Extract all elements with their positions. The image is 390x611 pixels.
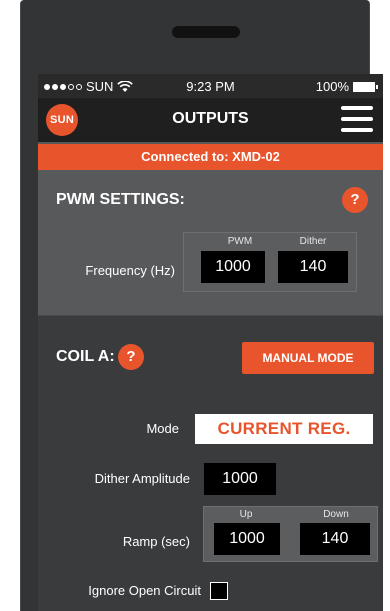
pwm-frequency-input[interactable]: 1000	[201, 251, 265, 283]
frequency-group: PWM 1000 Dither 140	[183, 232, 357, 292]
dither-amplitude-input[interactable]: 1000	[204, 463, 276, 495]
hamburger-menu-icon[interactable]	[341, 106, 373, 134]
ramp-label: Ramp (sec)	[122, 534, 190, 549]
ramp-up-label: Up	[239, 509, 253, 520]
battery-icon	[353, 81, 378, 92]
phone-frame: SUN 9:23 PM 100% SUN OUTPUTS Connected t…	[20, 0, 383, 611]
coil-a-section: COIL A: ? MANUAL MODE Mode CURRENT REG. …	[38, 316, 383, 611]
status-bar: SUN 9:23 PM 100%	[38, 74, 383, 98]
ramp-down-input[interactable]: 140	[300, 523, 370, 555]
connection-banner: Connected to: XMD-02	[38, 144, 383, 170]
mode-select[interactable]: CURRENT REG.	[195, 414, 373, 444]
coil-a-help-button[interactable]: ?	[118, 344, 144, 370]
nav-bar: SUN OUTPUTS	[38, 98, 383, 142]
ramp-group: Up 1000 Down 140	[203, 506, 378, 562]
dither-label: Dither	[299, 236, 327, 247]
frequency-label: Frequency (Hz)	[85, 263, 175, 278]
app-screen: SUN 9:23 PM 100% SUN OUTPUTS Connected t…	[38, 74, 383, 611]
page-title: OUTPUTS	[172, 110, 249, 127]
pwm-label: PWM	[227, 236, 253, 247]
ramp-up-input[interactable]: 1000	[214, 523, 280, 555]
coil-a-title: COIL A:	[56, 348, 115, 365]
speaker-grille	[172, 26, 240, 38]
pwm-settings-section: PWM SETTINGS: ? PWM 1000 Dither 140 Freq…	[38, 170, 383, 315]
ramp-down-label: Down	[323, 509, 349, 520]
battery-percent: 100%	[315, 79, 349, 94]
ignore-open-circuit-label: Ignore Open Circuit	[88, 583, 201, 598]
ignore-open-circuit-checkbox[interactable]	[210, 582, 228, 600]
dither-frequency-input[interactable]: 140	[278, 251, 348, 283]
mode-label: Mode	[146, 421, 179, 436]
pwm-settings-title: PWM SETTINGS:	[56, 191, 185, 208]
status-right: 100%	[315, 79, 378, 94]
pwm-help-button[interactable]: ?	[342, 187, 368, 213]
dither-amplitude-label: Dither Amplitude	[94, 471, 190, 486]
manual-mode-button[interactable]: MANUAL MODE	[242, 342, 374, 374]
